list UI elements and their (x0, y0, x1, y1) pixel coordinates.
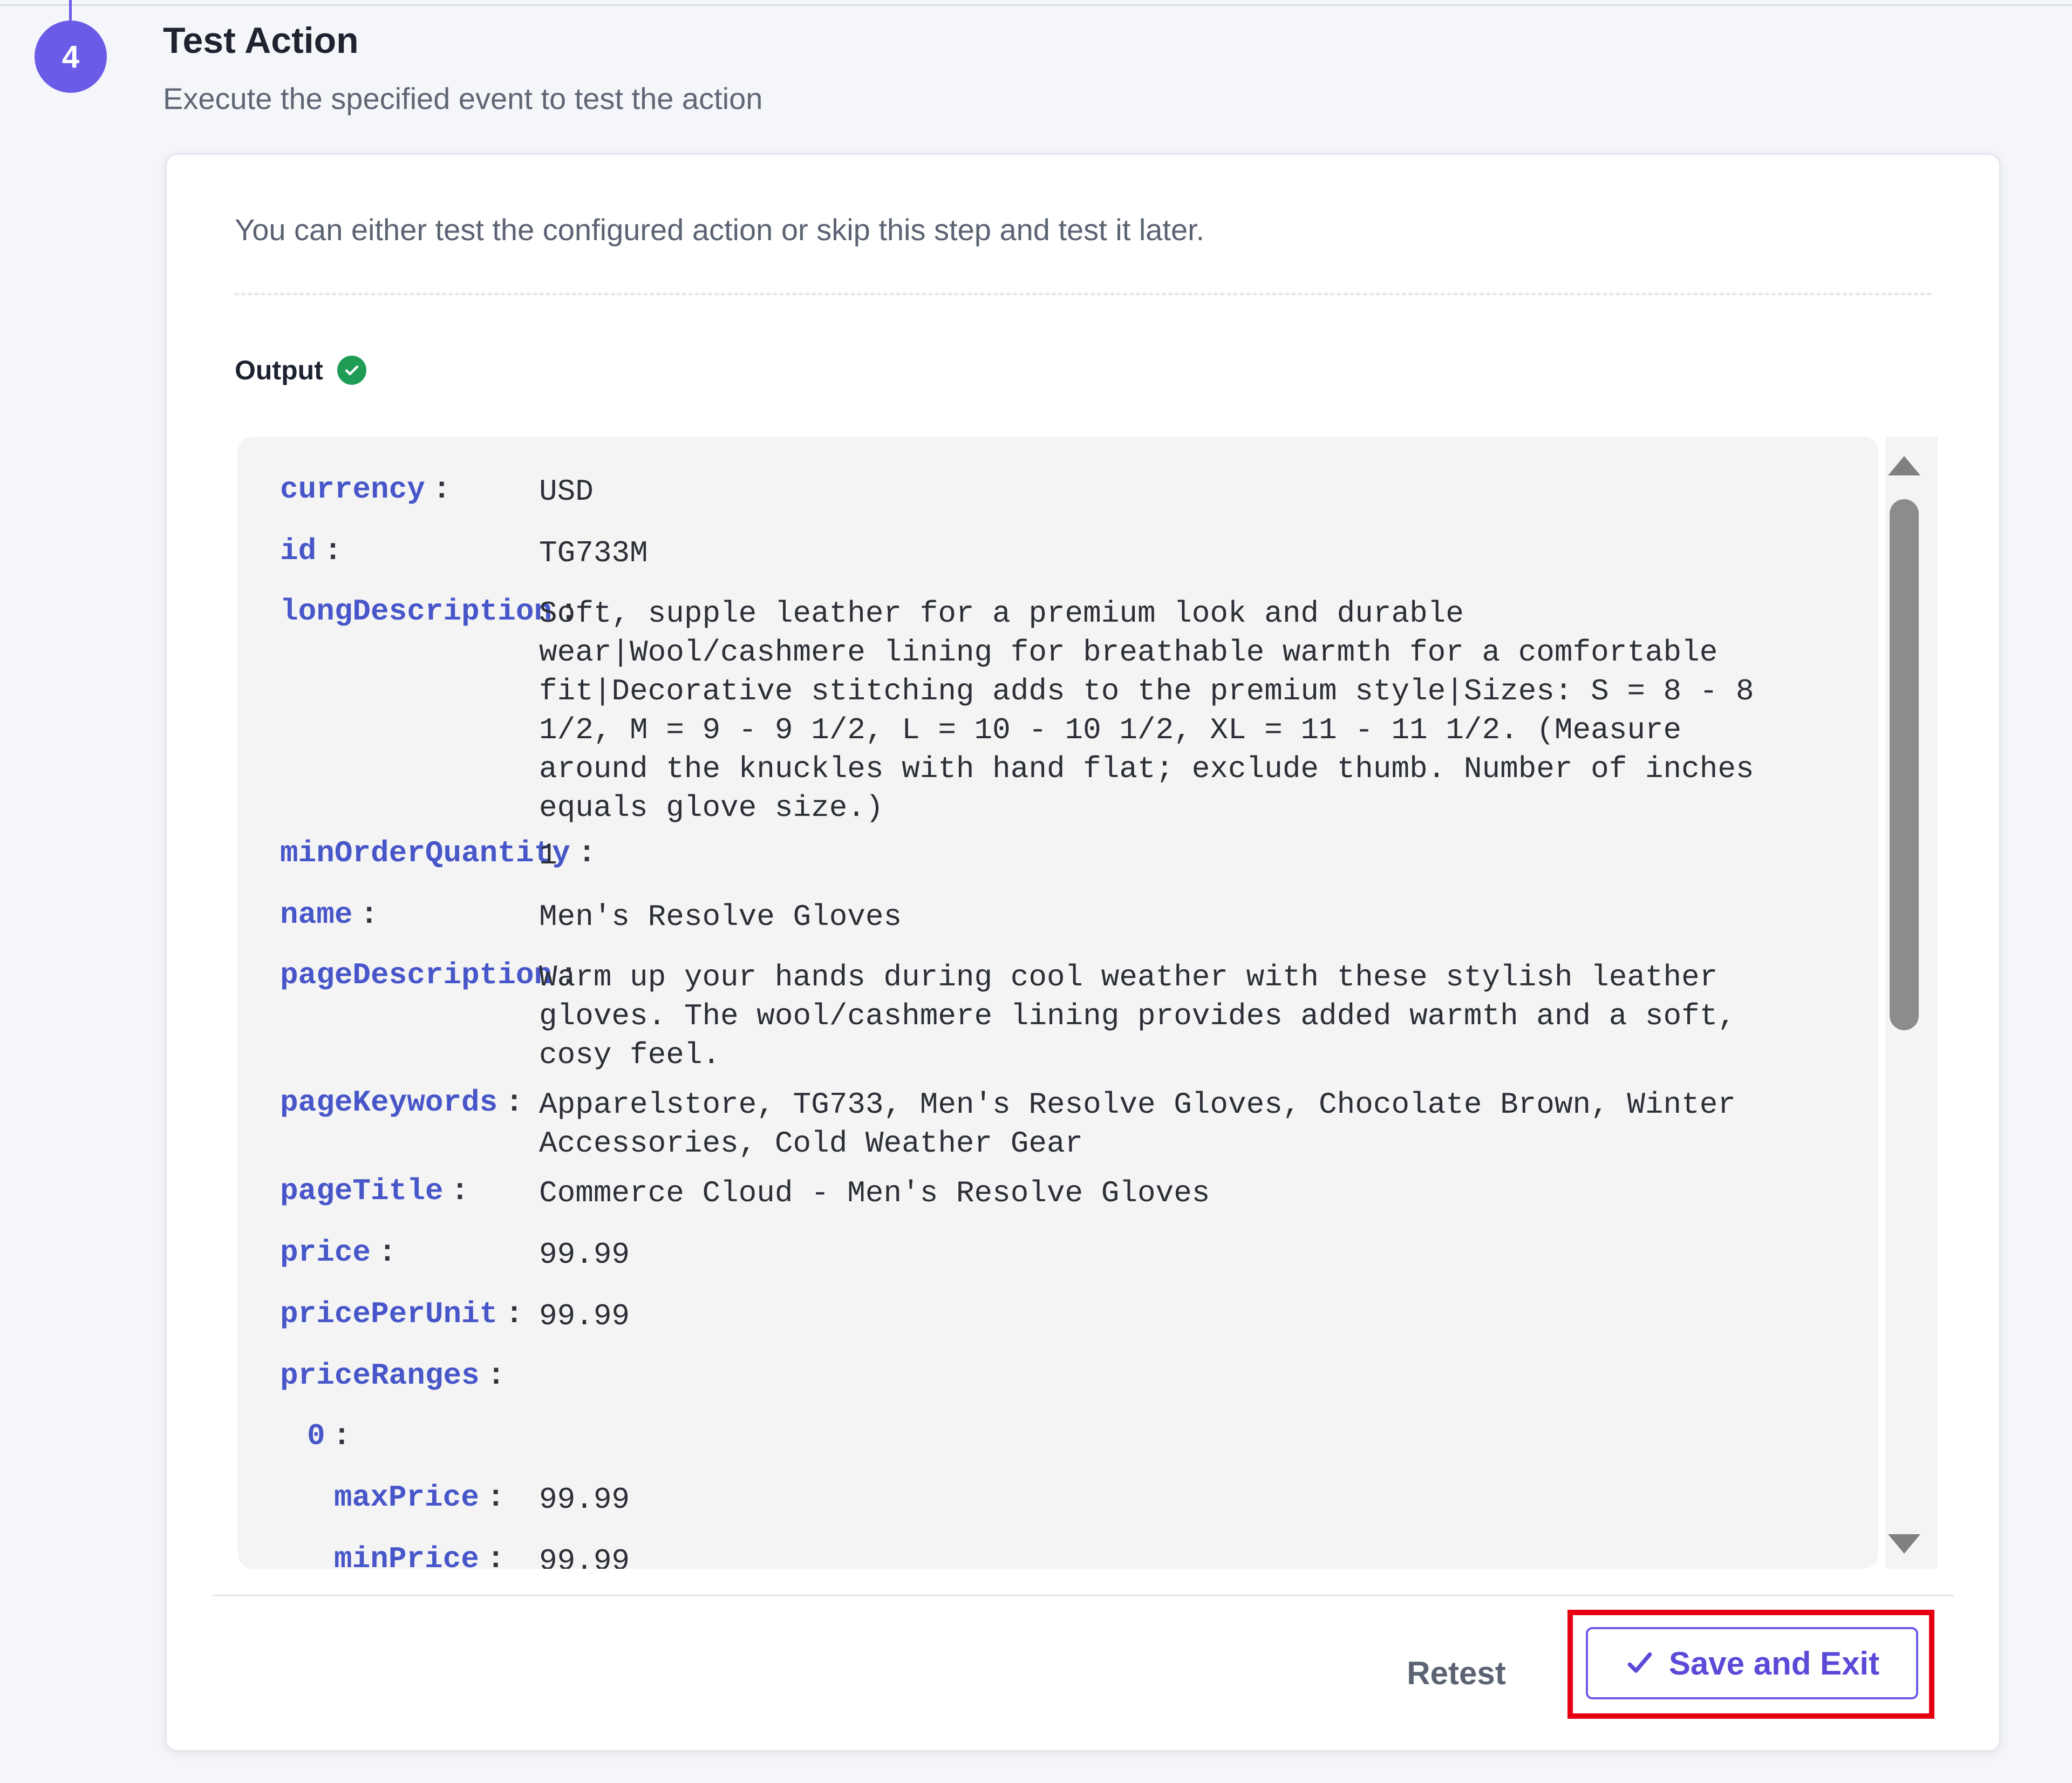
top-border (0, 0, 2072, 6)
output-value: 99.99 (539, 1482, 630, 1517)
output-key: currency (280, 472, 425, 507)
output-value: 99.99 (539, 1299, 630, 1333)
output-key: name (280, 897, 353, 932)
scroll-up-arrow-icon[interactable] (1888, 456, 1920, 475)
output-value: Warm up your hands during cool weather w… (539, 960, 1736, 1072)
output-value: Men's Resolve Gloves (539, 900, 902, 934)
save-and-exit-button[interactable]: Save and Exit (1586, 1627, 1918, 1699)
output-value: TG733M (539, 536, 648, 570)
output-key: minOrderQuantity (280, 836, 570, 870)
retest-button[interactable]: Retest (1392, 1643, 1521, 1703)
output-key: maxPrice (334, 1480, 479, 1515)
output-key: pricePerUnit (280, 1297, 498, 1331)
check-circle-icon (337, 356, 366, 385)
output-value: USD (539, 474, 594, 509)
footer-divider (212, 1595, 1954, 1596)
step-number-badge: 4 (35, 21, 107, 93)
output-key: minPrice (334, 1542, 479, 1569)
output-value: Commerce Cloud - Men's Resolve Gloves (539, 1176, 1210, 1210)
output-header: Output (235, 355, 366, 386)
output-key: priceRanges (280, 1358, 480, 1393)
dashed-divider (235, 293, 1931, 295)
output-value: 1 (539, 838, 557, 873)
test-action-card: You can either test the configured actio… (165, 153, 2001, 1752)
step-title: Test Action (163, 20, 359, 61)
output-key: pageTitle (280, 1174, 444, 1208)
scroll-down-arrow-icon[interactable] (1888, 1534, 1920, 1554)
intro-text: You can either test the configured actio… (235, 213, 1205, 247)
output-key: pageKeywords (280, 1085, 498, 1120)
output-key: longDescription (280, 594, 553, 629)
output-value: Apparelstore, TG733, Men's Resolve Glove… (539, 1087, 1736, 1161)
checkmark-icon (1625, 1648, 1655, 1678)
output-value: Soft, supple leather for a premium look … (539, 596, 1754, 825)
output-viewer[interactable]: currency: USD id: TG733M longDescription… (238, 437, 1878, 1569)
output-value: 99.99 (539, 1544, 630, 1569)
step-subtitle: Execute the specified event to test the … (163, 81, 763, 115)
output-label: Output (235, 355, 323, 385)
output-key: pageDescription (280, 958, 553, 992)
output-key: id (280, 534, 317, 568)
output-key: price (280, 1235, 371, 1270)
output-key: 0 (307, 1419, 325, 1453)
scrollbar-thumb[interactable] (1890, 499, 1919, 1030)
save-and-exit-label: Save and Exit (1668, 1645, 1880, 1682)
output-value: 99.99 (539, 1237, 630, 1272)
